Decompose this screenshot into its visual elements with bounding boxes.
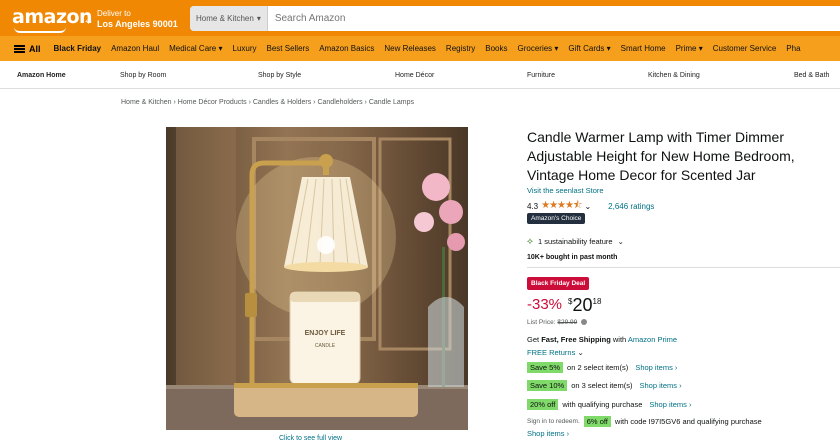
shop-items-link[interactable]: Shop items › [639, 381, 681, 390]
nav-item-prime[interactable]: Prime ▾ [671, 44, 708, 53]
promo-badge: Save 5% [527, 362, 564, 373]
breadcrumb[interactable]: Home & Kitchen › Home Décor Products › C… [121, 99, 414, 106]
sustainability-feature[interactable]: ⟡ 1 sustainability feature ⌄ [527, 236, 624, 247]
rating-value: 4.3 [527, 202, 539, 211]
returns-label: FREE Returns [527, 348, 576, 357]
nav-item-smart-home[interactable]: Smart Home [616, 44, 671, 53]
nav-item-black-friday[interactable]: Black Friday [49, 44, 107, 53]
deliver-location: Los Angeles 90001 [97, 19, 178, 29]
top-header: amazon ⌖ Deliver to Los Angeles 90001 Ho… [0, 0, 840, 36]
sub-nav: Amazon Home Shop by Room Shop by Style H… [0, 61, 840, 89]
nav-item-medical-care[interactable]: Medical Care ▾ [164, 44, 227, 53]
candle-label-title: ENJOY LIFE [304, 330, 346, 337]
discount-percent: -33% [527, 296, 563, 313]
coupon-shop-row: Shop items › [527, 429, 569, 438]
coupon-text: with code I97I5GV6 and qualifying purcha… [614, 417, 762, 426]
promo-row: Save 10% on 3 select item(s) Shop items … [527, 380, 682, 391]
black-friday-deal-badge: Black Friday Deal [527, 277, 590, 290]
chevron-down-icon: ⌄ [617, 237, 624, 246]
chevron-down-icon: ⌄ [577, 348, 584, 357]
price-fraction: 18 [592, 297, 602, 306]
search-bar: Home & Kitchen ▾ [190, 6, 840, 31]
product-image[interactable]: ENJOY LIFE CANDLE [166, 127, 468, 430]
nav-item-new-releases[interactable]: New Releases [379, 44, 441, 53]
leaf-icon: ⟡ [527, 236, 533, 246]
promo-text: with qualifying purchase [562, 400, 643, 409]
info-icon[interactable] [581, 319, 588, 326]
list-price-value: $29.99 [557, 319, 578, 326]
price-whole: 20 [572, 295, 593, 315]
amazon-logo[interactable]: amazon [12, 6, 93, 28]
amazons-choice-badge: Amazon's Choice [527, 213, 586, 224]
promo-badge: Save 10% [527, 380, 568, 391]
promo-text: on 3 select item(s) [571, 381, 633, 390]
list-price-label: List Price: [527, 319, 556, 326]
nav-item-amazon-haul[interactable]: Amazon Haul [106, 44, 164, 53]
shop-items-link[interactable]: Shop items › [649, 400, 691, 409]
search-category-dropdown[interactable]: Home & Kitchen ▾ [190, 6, 268, 31]
promo-badge: 20% off [527, 399, 559, 410]
shipping-info: Get Fast, Free Shipping with Amazon Prim… [527, 335, 677, 344]
search-input[interactable] [267, 6, 840, 31]
shipping-mid: with [610, 335, 628, 344]
caret-down-icon: ▾ [256, 14, 261, 23]
deliver-label: Deliver to [97, 9, 131, 18]
nav-item-amazon-basics[interactable]: Amazon Basics [314, 44, 379, 53]
shop-items-link[interactable]: Shop items › [527, 429, 569, 438]
amazon-prime-link[interactable]: Amazon Prime [628, 335, 677, 344]
all-menu-button[interactable]: All [0, 44, 49, 54]
free-returns-link[interactable]: FREE Returns ⌄ [527, 348, 584, 357]
coupon-row: Sign in to redeem. 6% off with code I97I… [527, 416, 762, 427]
subnav-bed-bath[interactable]: Bed & Bath [794, 72, 829, 79]
nav-item-groceries[interactable]: Groceries ▾ [513, 44, 564, 53]
promo-row: 20% off with qualifying purchase Shop it… [527, 399, 691, 410]
subnav-furniture[interactable]: Furniture [527, 72, 555, 79]
nav-item-gift-cards[interactable]: Gift Cards ▾ [563, 44, 615, 53]
subnav-shop-by-style[interactable]: Shop by Style [258, 72, 301, 79]
signin-to-redeem[interactable]: Sign in to redeem. [527, 418, 580, 425]
subnav-kitchen-dining[interactable]: Kitchen & Dining [648, 72, 700, 79]
promo-text: on 2 select item(s) [567, 363, 629, 372]
nav-item-best-sellers[interactable]: Best Sellers [262, 44, 315, 53]
location-pin-icon: ⌖ [85, 14, 92, 28]
search-category-label: Home & Kitchen [196, 14, 254, 23]
bought-count: 10K+ bought in past month [527, 254, 617, 261]
all-label: All [29, 43, 41, 54]
nav-item-luxury[interactable]: Luxury [228, 44, 262, 53]
nav-item-pharmacy[interactable]: Pha [781, 44, 805, 53]
divider [527, 267, 840, 268]
product-photo-illustration [166, 127, 468, 430]
product-title: Candle Warmer Lamp with Timer Dimmer Adj… [527, 129, 795, 183]
shop-items-link[interactable]: Shop items › [635, 363, 677, 372]
shipping-prefix: Get [527, 335, 542, 344]
list-price: List Price: $29.99 [527, 319, 588, 326]
logo-smile-icon [14, 27, 66, 33]
subnav-home-decor[interactable]: Home Décor [395, 72, 434, 79]
promo-row: Save 5% on 2 select item(s) Shop items › [527, 362, 677, 373]
nav-item-books[interactable]: Books [480, 44, 512, 53]
ratings-count-link[interactable]: 2,646 ratings [608, 202, 654, 211]
coupon-badge: 6% off [583, 416, 611, 427]
subnav-shop-by-room[interactable]: Shop by Room [120, 72, 166, 79]
chevron-down-icon[interactable]: ⌄ [584, 202, 591, 211]
full-view-link[interactable]: Click to see full view [279, 435, 342, 442]
shipping-bold: Fast, Free Shipping [541, 335, 611, 344]
candle-label-sub: CANDLE [314, 343, 336, 349]
sustainability-label: 1 sustainability feature [537, 237, 613, 246]
store-link[interactable]: Visit the seenlast Store [527, 186, 604, 195]
nav-item-registry[interactable]: Registry [441, 44, 480, 53]
subnav-amazon-home[interactable]: Amazon Home [17, 72, 66, 79]
main-nav: All Black Friday Amazon Haul Medical Car… [0, 36, 840, 61]
bought-text: 10K+ bought in past month [527, 254, 618, 261]
hamburger-icon [14, 44, 25, 53]
price-row: -33% $ 20 18 [527, 296, 601, 314]
nav-item-customer-service[interactable]: Customer Service [708, 44, 782, 53]
